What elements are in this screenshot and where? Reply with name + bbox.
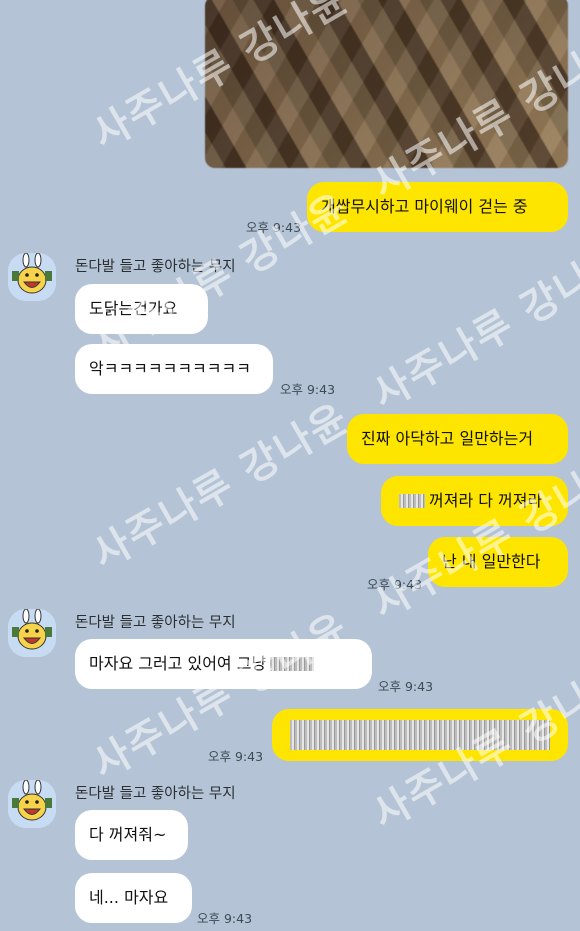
muji-avatar-icon bbox=[8, 609, 56, 657]
message-text: 진짜 아닥하고 일만하는거 bbox=[361, 429, 534, 448]
watermark: 사주나루 강나윤 bbox=[365, 444, 580, 629]
message-time: 오후 9:43 bbox=[378, 679, 434, 694]
message-text: 마자요 그러고 있어여 그냥 bbox=[89, 654, 267, 673]
message-time: 오후 9:43 bbox=[280, 382, 336, 397]
message-text: 네... 마자요 bbox=[89, 888, 169, 907]
their-message-bubble[interactable]: 마자요 그러고 있어여 그냥 bbox=[75, 639, 372, 689]
watermark: 사주나루 강나윤 bbox=[365, 234, 580, 419]
shared-photo[interactable] bbox=[205, 0, 568, 168]
sender-name: 돈다발 들고 좋아하는 무지 bbox=[75, 259, 236, 275]
redacted-text bbox=[290, 720, 550, 750]
their-message-bubble[interactable]: 악ㅋㅋㅋㅋㅋㅋㅋㅋㅋㅋ bbox=[75, 344, 273, 394]
sender-avatar[interactable] bbox=[8, 609, 56, 657]
my-message-bubble[interactable]: 개쌉무시하고 마이웨이 걷는 중 bbox=[307, 182, 568, 232]
redacted-text bbox=[399, 494, 425, 508]
message-time: 오후 9:43 bbox=[197, 911, 253, 926]
muji-avatar-icon bbox=[8, 253, 56, 301]
muji-avatar-icon bbox=[8, 780, 56, 828]
my-message-bubble[interactable]: 난 내 일만한다 bbox=[428, 537, 568, 587]
sender-avatar[interactable] bbox=[8, 253, 56, 301]
message-text: 다 꺼져줘~ bbox=[89, 825, 167, 844]
sender-name: 돈다발 들고 좋아하는 무지 bbox=[75, 615, 236, 631]
their-message-bubble[interactable]: 다 꺼져줘~ bbox=[75, 810, 188, 860]
message-text: 난 내 일만한다 bbox=[442, 552, 541, 571]
my-message-bubble[interactable] bbox=[272, 709, 568, 761]
their-message-bubble[interactable]: 네... 마자요 bbox=[75, 873, 192, 923]
their-message-bubble[interactable]: 도닭는건가요 bbox=[75, 284, 208, 334]
redacted-text bbox=[270, 657, 315, 671]
message-time: 오후 9:43 bbox=[246, 220, 302, 235]
message-text: 악ㅋㅋㅋㅋㅋㅋㅋㅋㅋㅋ bbox=[89, 359, 251, 378]
sender-avatar[interactable] bbox=[8, 780, 56, 828]
message-text: 개쌉무시하고 마이웨이 걷는 중 bbox=[321, 197, 528, 216]
message-time: 오후 9:43 bbox=[367, 577, 423, 592]
sender-name: 돈다발 들고 좋아하는 무지 bbox=[75, 786, 236, 802]
my-message-bubble[interactable]: 진짜 아닥하고 일만하는거 bbox=[347, 414, 568, 464]
message-text: 도닭는건가요 bbox=[89, 299, 178, 318]
message-time: 오후 9:43 bbox=[208, 749, 264, 764]
watermark: 사주나루 강나윤 bbox=[85, 394, 358, 579]
message-text: 꺼져라 다 꺼져라 bbox=[429, 491, 543, 510]
my-message-bubble[interactable]: 꺼져라 다 꺼져라 bbox=[381, 476, 568, 526]
